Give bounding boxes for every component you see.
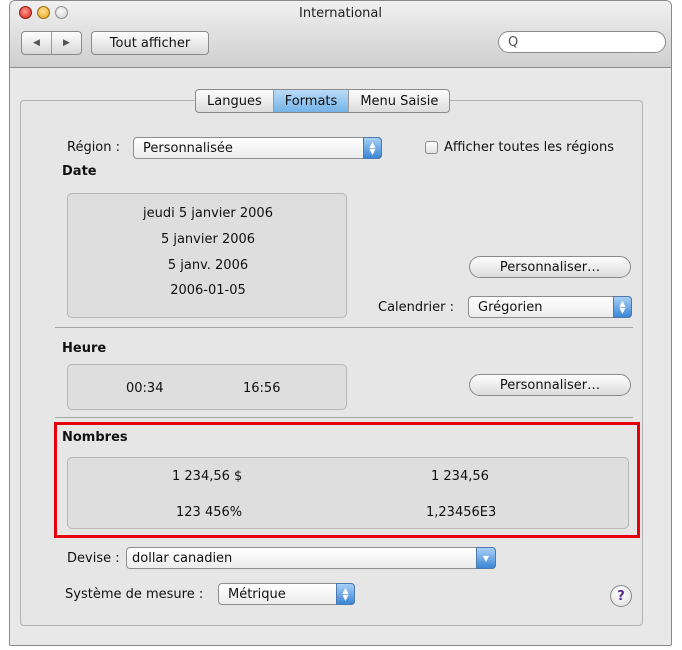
show-all-regions-label: Afficher toutes les régions	[444, 140, 615, 155]
measure-popup[interactable]: Métrique ▲ ▼	[218, 583, 355, 605]
back-forward-control: ◀ ▶	[21, 31, 82, 55]
region-value: Personnalisée	[143, 140, 233, 156]
date-heading: Date	[62, 164, 97, 179]
date-medium-sample: 5 janv. 2006	[167, 258, 249, 273]
date-customize-button[interactable]: Personnaliser…	[469, 256, 631, 278]
section-separator	[55, 417, 633, 418]
currency-value: dollar canadien	[132, 550, 233, 566]
date-samples-well: jeudi 5 janvier 2006 5 janvier 2006 5 ja…	[67, 193, 347, 318]
window-title: International	[299, 6, 382, 21]
region-popup[interactable]: Personnalisée ▲ ▼	[133, 137, 382, 159]
forward-arrow-icon[interactable]: ▶	[52, 32, 81, 54]
calendar-label: Calendrier :	[378, 300, 454, 315]
measure-label: Système de mesure :	[65, 587, 204, 602]
search-field[interactable]: Q	[498, 31, 666, 53]
section-separator	[55, 327, 633, 328]
region-label: Région :	[67, 140, 121, 155]
date-long-sample: 5 janvier 2006	[160, 232, 256, 247]
back-arrow-icon[interactable]: ◀	[22, 32, 52, 54]
time-heading: Heure	[62, 341, 107, 356]
numbers-highlight-box	[54, 422, 640, 538]
time-samples-well: 00:34 16:56	[67, 364, 347, 410]
tab-formats[interactable]: Formats	[272, 90, 349, 112]
calendar-popup[interactable]: Grégorien ▲ ▼	[468, 296, 632, 318]
measure-value: Métrique	[228, 586, 286, 602]
title-bar: International ◀ ▶ Tout afficher Q	[10, 1, 671, 68]
currency-label: Devise :	[67, 551, 120, 566]
tab-bar: Langues Formats Menu Saisie	[195, 89, 451, 113]
popup-arrows-icon: ▲ ▼	[613, 296, 632, 318]
show-all-regions-checkbox[interactable]	[425, 141, 438, 154]
currency-combo[interactable]: dollar canadien ▼	[126, 547, 496, 569]
chevron-down-icon[interactable]: ▼	[476, 547, 496, 569]
question-mark-icon: ?	[617, 588, 625, 604]
time-short-sample: 00:34	[126, 381, 164, 396]
search-icon: Q	[508, 35, 519, 50]
help-button[interactable]: ?	[610, 585, 632, 607]
tab-menu-saisie[interactable]: Menu Saisie	[348, 90, 449, 112]
popup-arrows-icon: ▲ ▼	[363, 137, 382, 159]
date-full-sample: jeudi 5 janvier 2006	[143, 206, 273, 221]
date-short-sample: 2006-01-05	[170, 283, 246, 298]
popup-arrows-icon: ▲ ▼	[336, 583, 355, 605]
time-customize-button[interactable]: Personnaliser…	[469, 374, 631, 396]
tab-langues[interactable]: Langues	[196, 90, 273, 112]
time-long-sample: 16:56	[243, 381, 281, 396]
show-all-button[interactable]: Tout afficher	[91, 31, 209, 55]
calendar-value: Grégorien	[478, 299, 543, 315]
